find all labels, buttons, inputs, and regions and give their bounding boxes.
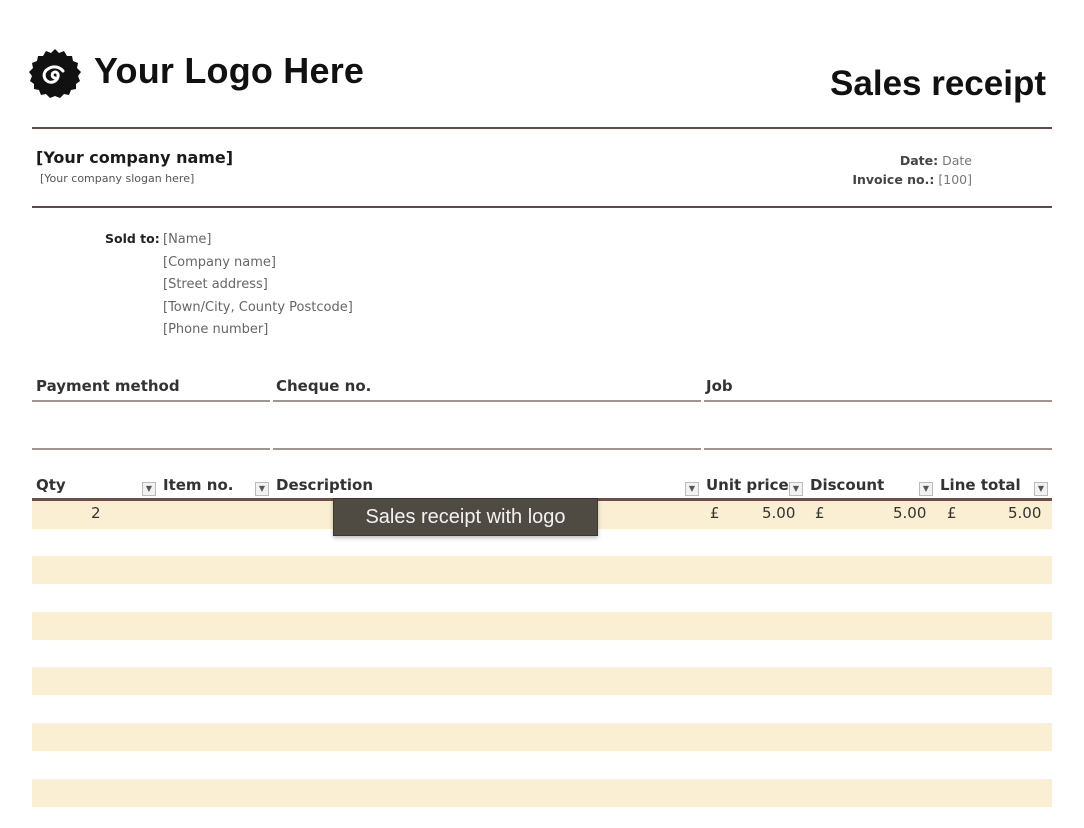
tooltip: Sales receipt with logo — [333, 498, 598, 536]
cheque-no-field[interactable] — [273, 448, 701, 450]
cheque-no-label: Cheque no. — [276, 377, 372, 395]
filter-dropdown-icon[interactable]: ▼ — [142, 482, 156, 496]
column-header-unit-price[interactable]: Unit price — [706, 476, 789, 494]
cell-line-total: 5.00 — [1008, 504, 1042, 522]
cell-qty[interactable]: 2 — [91, 504, 101, 522]
logo-spiral-icon — [29, 48, 81, 100]
column-header-line-total[interactable]: Line total — [940, 476, 1021, 494]
job-field[interactable] — [704, 448, 1052, 450]
job-label: Job — [706, 377, 733, 395]
company-slogan[interactable]: [Your company slogan here] — [40, 172, 194, 185]
filter-dropdown-icon[interactable]: ▼ — [1034, 482, 1048, 496]
date-value[interactable]: Date — [942, 153, 972, 168]
table-row[interactable] — [32, 667, 1052, 695]
cheque-no-underline — [273, 400, 701, 402]
column-header-item-no[interactable]: Item no. — [163, 476, 233, 494]
table-row[interactable] — [32, 779, 1052, 807]
sold-to-phone[interactable]: [Phone number] — [163, 319, 353, 342]
page-title: Sales receipt — [830, 64, 1046, 103]
cell-unit-price[interactable]: 5.00 — [762, 504, 795, 522]
sold-to-label: Sold to: — [105, 231, 160, 246]
payment-method-field[interactable] — [32, 448, 270, 450]
payment-method-underline — [32, 400, 270, 402]
sold-to-address: [Name] [Company name] [Street address] [… — [163, 229, 353, 342]
job-underline — [704, 400, 1052, 402]
invoice-label: Invoice no.: — [852, 172, 935, 187]
cell-line-total-currency: £ — [947, 504, 957, 522]
cell-unit-price-currency: £ — [710, 504, 720, 522]
header-divider — [32, 127, 1052, 129]
column-header-qty[interactable]: Qty — [36, 476, 66, 494]
company-name[interactable]: [Your company name] — [36, 148, 233, 167]
invoice-value[interactable]: [100] — [938, 172, 972, 187]
cell-discount[interactable]: 5.00 — [893, 504, 926, 522]
filter-dropdown-icon[interactable]: ▼ — [255, 482, 269, 496]
column-header-description[interactable]: Description — [276, 476, 373, 494]
filter-dropdown-icon[interactable]: ▼ — [685, 482, 699, 496]
sold-to-town[interactable]: [Town/City, County Postcode] — [163, 297, 353, 320]
logo-text: Your Logo Here — [94, 50, 365, 91]
payment-method-label: Payment method — [36, 377, 180, 395]
cell-discount-currency: £ — [815, 504, 825, 522]
filter-dropdown-icon[interactable]: ▼ — [919, 482, 933, 496]
sold-to-company[interactable]: [Company name] — [163, 252, 353, 275]
sold-to-street[interactable]: [Street address] — [163, 274, 353, 297]
table-row[interactable] — [32, 723, 1052, 751]
company-divider — [32, 206, 1052, 208]
table-row[interactable] — [32, 612, 1052, 640]
date-label: Date: — [899, 153, 939, 168]
column-header-discount[interactable]: Discount — [810, 476, 884, 494]
filter-dropdown-icon[interactable]: ▼ — [789, 482, 803, 496]
table-row[interactable] — [32, 556, 1052, 584]
sold-to-name[interactable]: [Name] — [163, 229, 353, 252]
receipt-meta: Date: Date Invoice no.: [100] — [852, 151, 972, 189]
